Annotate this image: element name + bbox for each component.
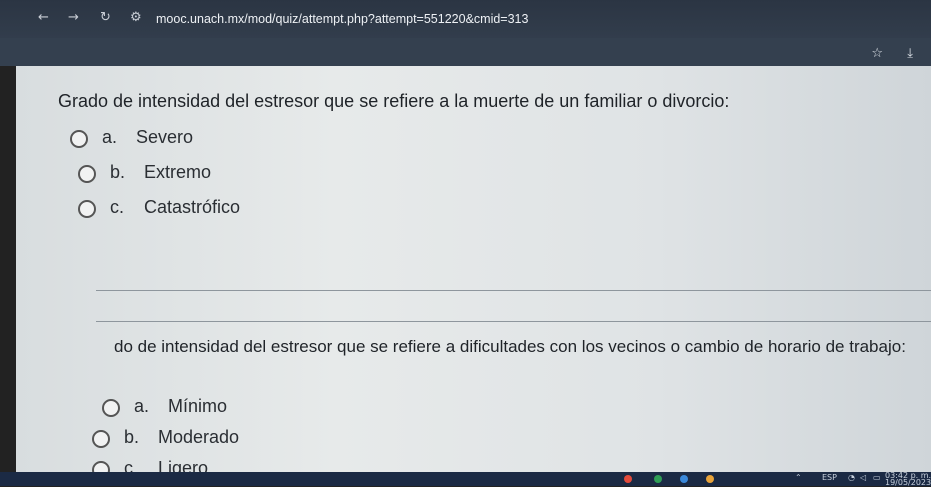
windows-taskbar: ⌃ ESP ◔ ◁ ▭ 03:42 p. m. 19/05/2023 [0,471,931,487]
section-divider [96,321,931,322]
question-text: Grado de intensidad del estresor que se … [58,91,730,111]
section-divider [96,290,931,291]
wifi-icon[interactable]: ◔ [848,473,855,482]
back-arrow-icon[interactable]: ← [38,10,49,25]
option-label: Mínimo [168,396,228,416]
option-letter: a. [134,396,150,416]
app-icon[interactable] [654,475,662,483]
quiz-page: Grado de intensidad del estresor que se … [16,66,931,486]
download-icon[interactable]: ⤓ [907,46,913,61]
option-label: Catastrófico [144,197,241,217]
radio-button[interactable] [92,430,110,448]
radio-button[interactable] [78,165,96,183]
language-indicator[interactable]: ESP [822,473,837,482]
reload-icon[interactable]: ↻ [100,10,111,25]
forward-arrow-icon[interactable]: → [68,10,79,25]
option-label: Moderado [158,427,240,447]
radio-button[interactable] [78,200,96,218]
site-settings-icon[interactable]: ⚙ [130,10,142,25]
address-bar-url[interactable]: mooc.unach.mx/mod/quiz/attempt.php?attem… [156,12,528,26]
option-letter: b. [124,427,140,447]
option-letter: c. [110,197,125,217]
page-header-strip: ☆ ⤓ [0,38,931,66]
app-icon[interactable] [680,475,688,483]
battery-icon[interactable]: ▭ [873,473,881,482]
option-label: Severo [136,127,194,147]
app-icon[interactable] [706,475,714,483]
radio-button[interactable] [70,130,88,148]
browser-toolbar: ← → ↻ ⚙ mooc.unach.mx/mod/quiz/attempt.p… [0,0,931,38]
option-letter: b. [110,162,126,182]
option-label: Extremo [144,162,212,182]
bookmark-star-icon[interactable]: ☆ [871,46,883,61]
radio-button[interactable] [102,399,120,417]
chevron-up-icon[interactable]: ⌃ [795,473,802,482]
option-letter: a. [102,127,118,147]
chrome-icon[interactable] [624,475,632,483]
volume-icon[interactable]: ◁ [860,473,866,482]
question-text: do de intensidad del estresor que se ref… [114,337,906,356]
